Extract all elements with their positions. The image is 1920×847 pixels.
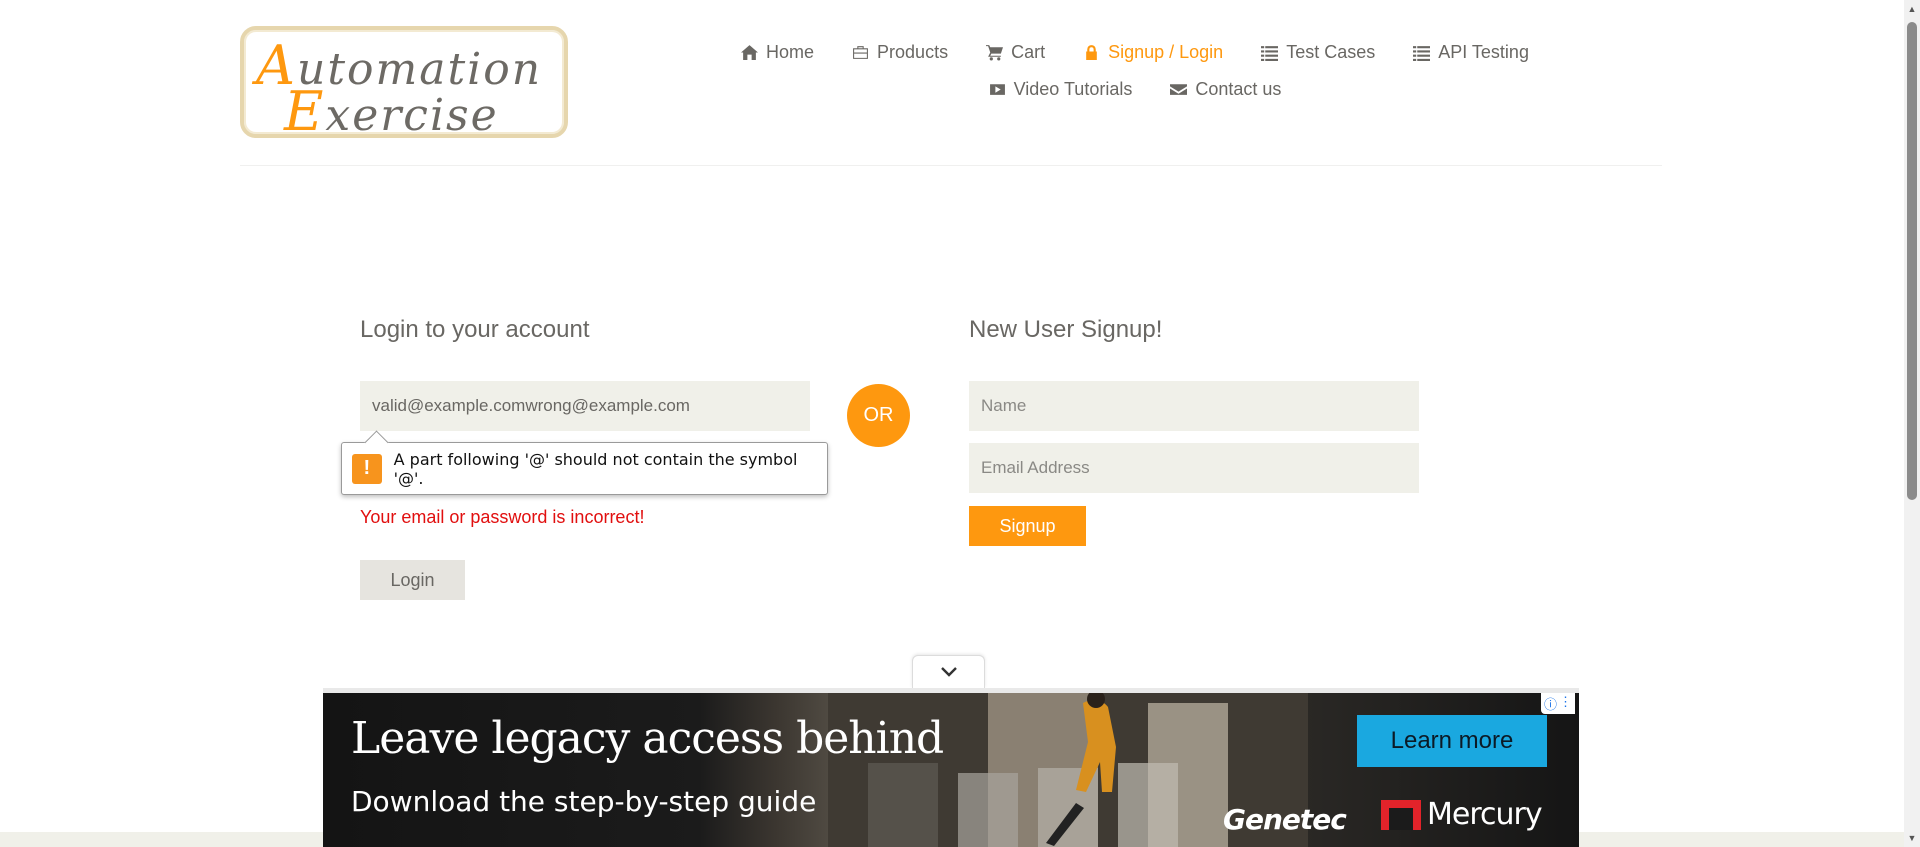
nav-label: API Testing [1438,42,1529,62]
youtube-play-icon [989,84,1005,95]
login-title: Login to your account [360,316,590,343]
nav-label: Home [766,42,815,62]
nav-item-test-cases[interactable]: Test Cases [1261,42,1375,63]
more-vert-icon[interactable]: ⋮ [1559,694,1572,713]
ad-collapse-button[interactable] [912,655,985,688]
nav-item-video-tutorials[interactable]: Video Tutorials [989,79,1133,100]
envelope-icon [1170,84,1188,95]
nav-item-cart[interactable]: Cart [986,42,1045,63]
signup-email-input[interactable] [969,443,1419,493]
nav-label: Video Tutorials [1013,79,1133,99]
signup-title: New User Signup! [969,316,1163,343]
list-icon [1261,46,1279,61]
signup-button[interactable]: Signup [969,506,1086,546]
warning-icon: ! [352,453,382,484]
list-icon [1413,46,1431,61]
info-icon[interactable]: ⓘ [1544,694,1557,713]
signup-name-input[interactable] [969,381,1419,431]
nav-label: Signup / Login [1108,42,1224,62]
scroll-up-arrow-icon[interactable]: ▲ [1907,4,1917,14]
ad-choices[interactable]: ⓘ ⋮ [1540,693,1575,714]
mercury-logo-icon [1381,799,1421,830]
main-nav: Home Products Cart Signup / Login Test C… [720,34,1550,108]
login-email-input[interactable] [360,381,810,431]
nav-item-contact-us[interactable]: Contact us [1170,79,1281,100]
home-icon [741,45,759,60]
nav-label: Cart [1011,42,1046,62]
header-divider [240,165,1662,166]
briefcase-icon [853,46,868,59]
nav-label: Contact us [1195,79,1282,99]
logo-line-2: Exercise [284,80,499,143]
login-button[interactable]: Login [360,560,465,600]
ad-learn-more-button[interactable]: Learn more [1357,715,1547,767]
nav-item-api-testing[interactable]: API Testing [1413,42,1529,63]
cart-icon [986,45,1004,61]
nav-item-signup-login[interactable]: Signup / Login [1083,42,1223,63]
chevron-down-icon [940,667,957,677]
scroll-down-arrow-icon[interactable]: ▼ [1907,833,1917,843]
ad-brand-mercury: Mercury [1381,797,1543,832]
site-logo[interactable]: Automation Exercise [240,26,568,143]
nav-label: Test Cases [1286,42,1376,62]
login-error-message: Your email or password is incorrect! [360,507,645,527]
ad-brand-genetec: Genetec [1223,803,1347,836]
ad-subline: Download the step-by-step guide [351,785,817,818]
mercury-wordmark: Mercury [1427,797,1543,832]
or-divider: OR [847,384,910,447]
lock-icon [1086,45,1097,60]
nav-label: Products [877,42,949,62]
ad-headline: Leave legacy access behind [351,713,944,764]
page-scrollbar[interactable]: ▲ ▼ [1904,0,1920,847]
nav-row-2: Video Tutorials Contact us [720,71,1550,108]
validation-tooltip: ! A part following '@' should not contai… [341,442,828,495]
nav-item-home[interactable]: Home [741,42,814,63]
ad-banner[interactable]: Leave legacy access behind Download the … [323,688,1579,847]
scrollbar-thumb[interactable] [1907,22,1917,500]
validation-message: A part following '@' should not contain … [393,449,798,488]
nav-row-1: Home Products Cart Signup / Login Test C… [720,34,1550,71]
nav-item-products[interactable]: Products [852,42,948,63]
